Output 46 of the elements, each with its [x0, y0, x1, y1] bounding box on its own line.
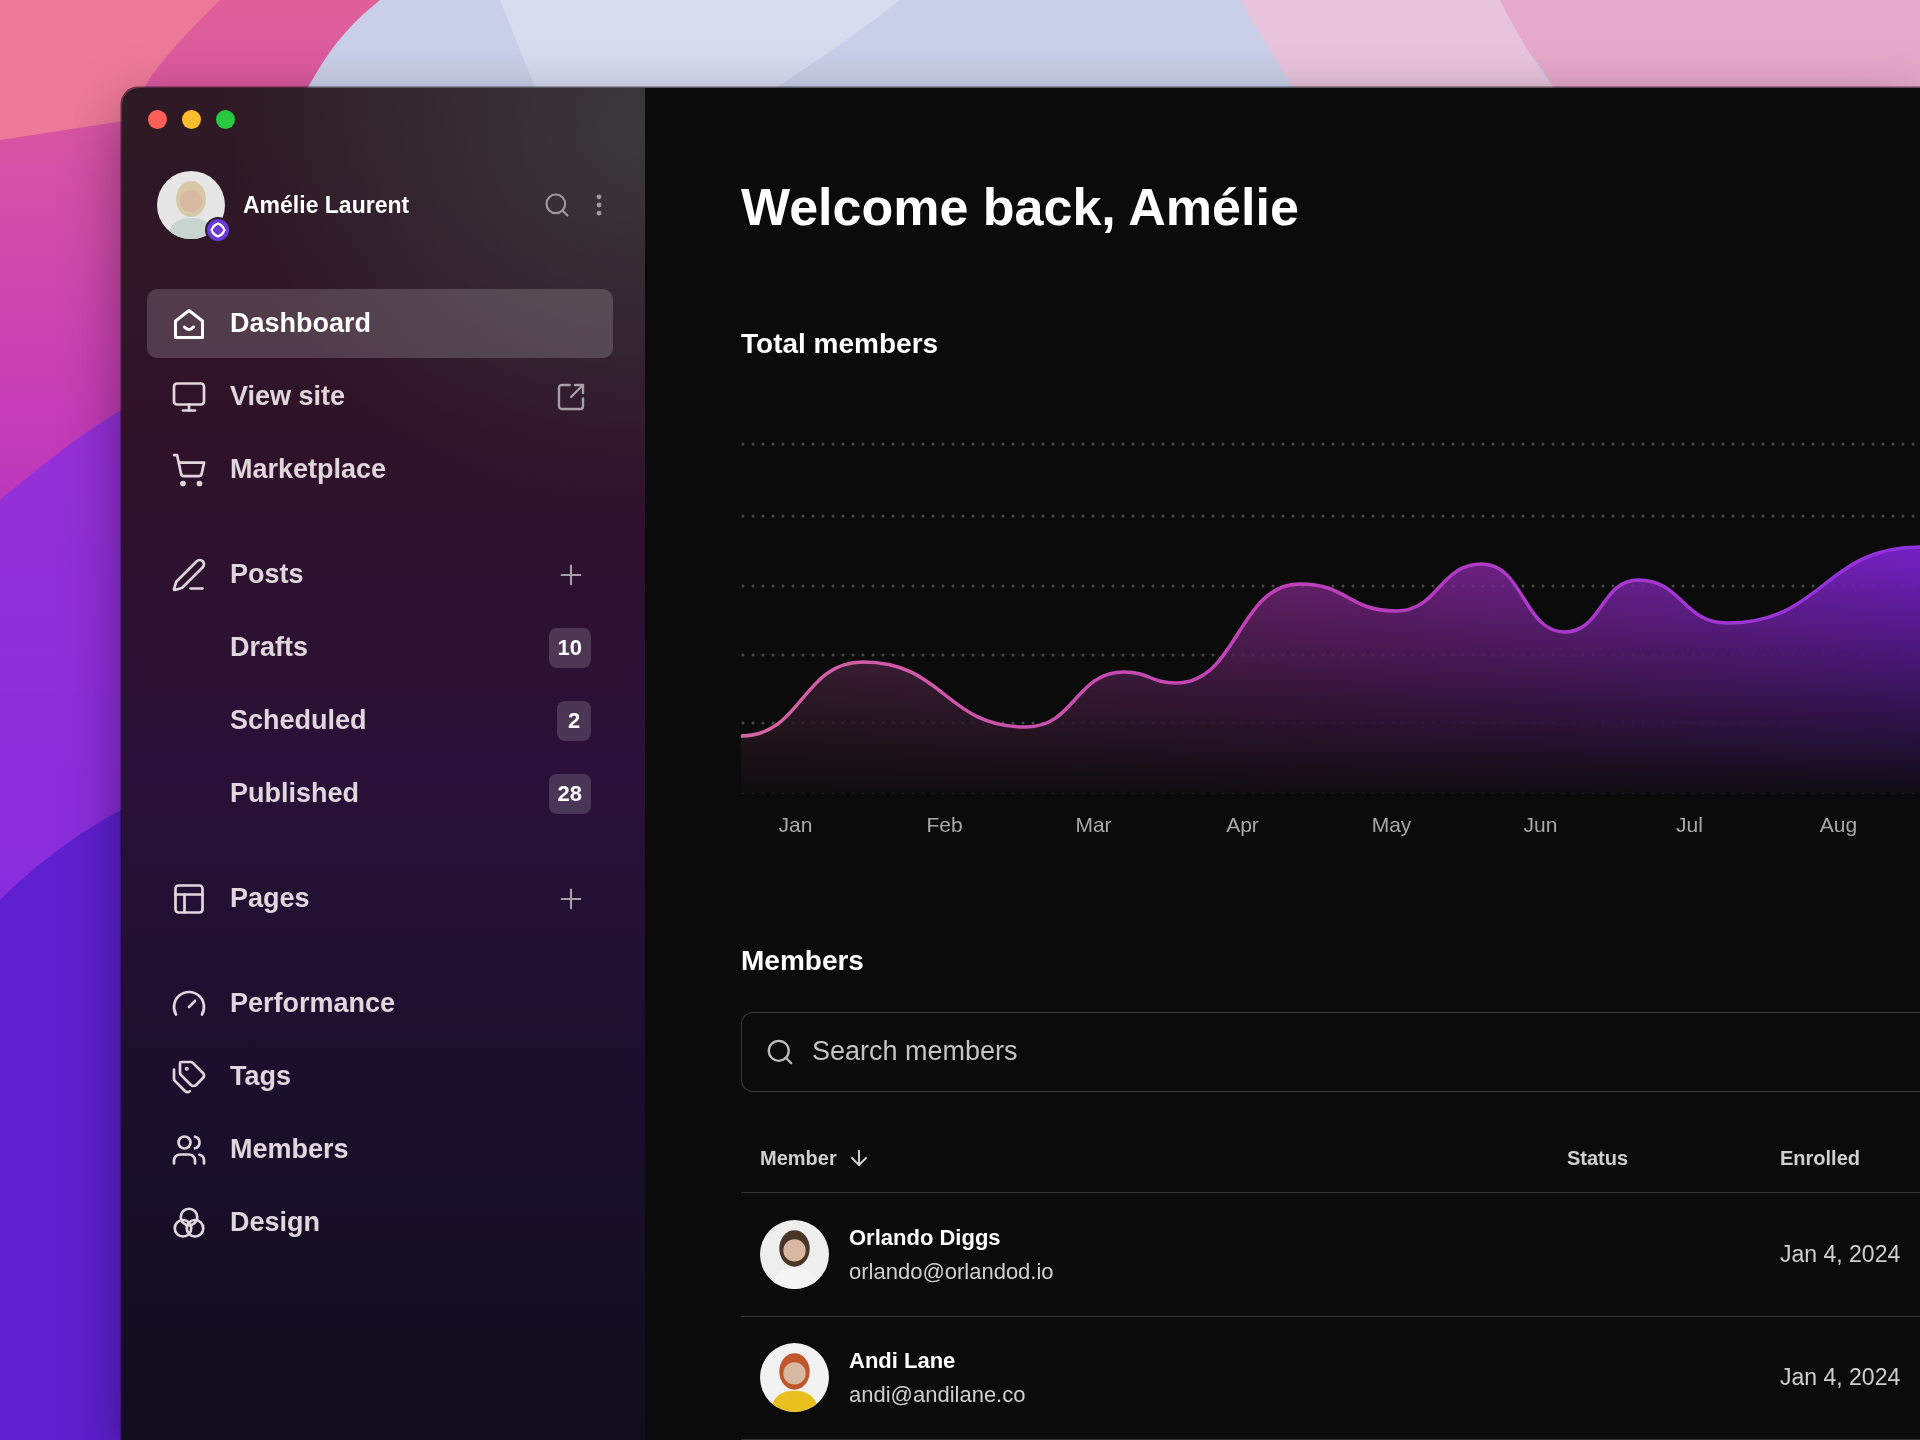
circles-icon	[171, 1204, 207, 1241]
nav-item[interactable]: Published 28	[147, 759, 613, 828]
page-title: Welcome back, Amélie	[741, 177, 1300, 238]
nav-item[interactable]: Drafts 10	[147, 613, 613, 682]
month-label: Jun	[1522, 813, 1559, 837]
month-label: Jan	[777, 813, 814, 837]
member-name: Orlando Diggs	[849, 1224, 1002, 1251]
member-email: andi@andilane.co	[849, 1381, 1026, 1408]
nav-item[interactable]: Pages	[147, 864, 613, 933]
cart-icon	[171, 451, 207, 488]
section-title: Members	[741, 944, 865, 978]
month-label: Jul	[1675, 813, 1704, 837]
nav-item[interactable]: Members	[147, 1115, 613, 1184]
count-badge: 28	[548, 773, 591, 814]
nav-item[interactable]: Design	[147, 1188, 613, 1257]
nav-item[interactable]: Performance	[147, 969, 613, 1038]
month-label: Feb	[925, 813, 964, 837]
enrolled-date: Jan 4, 2024	[1780, 1241, 1902, 1269]
column-header[interactable]: Status	[1567, 1147, 1780, 1171]
nav-item[interactable]: Posts	[147, 540, 613, 609]
count-badge: 2	[557, 700, 591, 741]
month-label: Aug	[1818, 813, 1859, 837]
member-email: orlando@orlandod.io	[849, 1258, 1054, 1285]
pen-icon	[171, 556, 207, 593]
nav-item[interactable]: Tags	[147, 1042, 613, 1111]
month-label: May	[1370, 813, 1413, 837]
search-field[interactable]: Search members	[741, 1011, 1920, 1092]
search-icon[interactable]	[543, 191, 571, 219]
chart-title: Total members	[741, 327, 940, 361]
member-name: Andi Lane	[849, 1347, 957, 1374]
nav-item[interactable]: Dashboard	[147, 289, 613, 358]
minimize-button[interactable]	[182, 109, 201, 129]
nav-item[interactable]: View site	[147, 362, 613, 431]
month-label: Mar	[1074, 813, 1113, 837]
enrolled-date: Jan 4, 2024	[1780, 1364, 1902, 1392]
column-header[interactable]: Member	[760, 1146, 1567, 1171]
month-label: Apr	[1225, 813, 1260, 837]
nav-item[interactable]: Scheduled 2	[147, 686, 613, 755]
user-name: Amélie Laurent	[243, 191, 411, 219]
nav-item[interactable]: Marketplace	[147, 435, 613, 504]
count-badge: 10	[548, 627, 591, 668]
close-button[interactable]	[148, 109, 167, 129]
badge-icon	[205, 217, 231, 243]
tag-icon	[171, 1058, 207, 1095]
column-header[interactable]: Enrolled	[1780, 1147, 1920, 1171]
zoom-button[interactable]	[216, 109, 235, 129]
